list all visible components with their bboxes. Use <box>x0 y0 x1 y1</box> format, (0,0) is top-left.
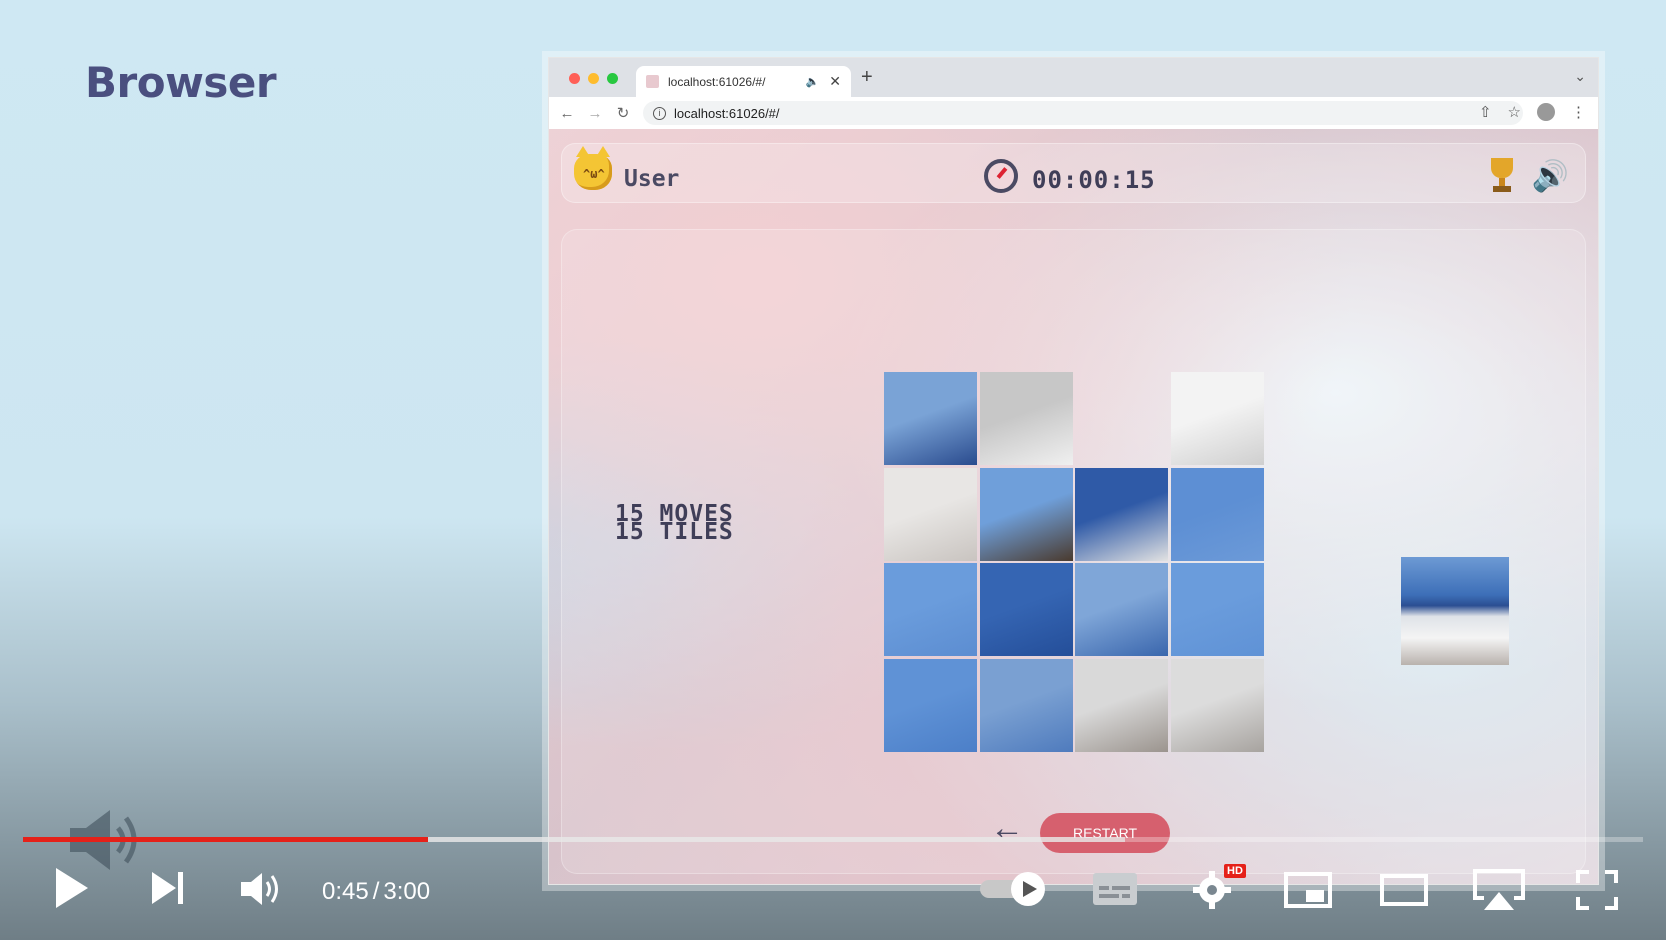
stopwatch-icon <box>984 159 1018 193</box>
puzzle-tile[interactable] <box>1170 372 1264 465</box>
puzzle-tile[interactable] <box>979 563 1073 656</box>
forward-arrow-icon[interactable]: → <box>581 105 609 122</box>
time-separator: / <box>372 878 380 905</box>
video-controls: 0:45/3:00 HD <box>0 860 1666 922</box>
hd-badge: HD <box>1224 864 1246 878</box>
minimize-window-button[interactable] <box>588 73 599 84</box>
game-page: ^ω^ User 00:00:15 🔊 15 MOVES 15 TILES ← … <box>549 129 1598 884</box>
cat-avatar-icon: ^ω^ <box>574 146 612 190</box>
toolbar-actions: ⇧ ☆ ⋮ <box>1479 103 1586 121</box>
duration: 3:00 <box>383 878 431 905</box>
puzzle-tile[interactable] <box>884 372 977 465</box>
browser-window: localhost:61026/#/ 🔈 ✕ + ⌄ ← → ↻ i local… <box>548 57 1599 885</box>
game-stats: 15 MOVES 15 TILES <box>615 503 734 545</box>
tab-search-chevron-icon[interactable]: ⌄ <box>1574 68 1586 85</box>
address-bar[interactable]: i localhost:61026/#/ <box>643 101 1523 125</box>
puzzle-tile[interactable] <box>884 563 977 656</box>
progress-played <box>23 837 428 842</box>
puzzle-tile[interactable] <box>979 658 1073 752</box>
url-text: localhost:61026/#/ <box>674 105 780 121</box>
game-header: ^ω^ User 00:00:15 🔊 <box>561 143 1586 203</box>
puzzle-tile[interactable] <box>1170 563 1264 656</box>
subtitles-icon[interactable] <box>1092 872 1138 906</box>
browser-tab[interactable]: localhost:61026/#/ 🔈 ✕ <box>636 66 851 97</box>
username: User <box>624 166 680 192</box>
video-progress-bar[interactable] <box>23 837 1643 842</box>
current-time: 0:45 <box>322 878 369 905</box>
theater-mode-icon[interactable] <box>1380 874 1428 906</box>
slide-title: Browser <box>85 58 277 107</box>
play-icon[interactable] <box>54 866 90 910</box>
puzzle-tile[interactable] <box>884 467 977 561</box>
trophy-icon[interactable] <box>1487 158 1517 194</box>
share-icon[interactable]: ⇧ <box>1479 103 1492 121</box>
browser-menu-icon[interactable]: ⋮ <box>1571 103 1586 121</box>
puzzle-tile[interactable] <box>1075 467 1168 561</box>
puzzle-empty-slot <box>1075 372 1168 465</box>
close-window-button[interactable] <box>569 73 580 84</box>
puzzle-tile[interactable] <box>979 467 1073 561</box>
maximize-window-button[interactable] <box>607 73 618 84</box>
site-info-icon[interactable]: i <box>653 106 666 120</box>
profile-avatar-icon[interactable] <box>1537 103 1555 121</box>
bookmark-star-icon[interactable]: ☆ <box>1508 103 1521 121</box>
tab-audio-icon[interactable]: 🔈 <box>806 75 820 88</box>
window-controls <box>569 73 618 84</box>
browser-toolbar: ← → ↻ i localhost:61026/#/ ⇧ ☆ ⋮ <box>549 97 1598 129</box>
tab-close-icon[interactable]: ✕ <box>829 73 841 90</box>
tab-bar: localhost:61026/#/ 🔈 ✕ + ⌄ <box>549 58 1598 97</box>
back-arrow-icon[interactable]: ← <box>553 105 581 122</box>
autoplay-toggle-icon[interactable] <box>980 871 1050 907</box>
puzzle-tile[interactable] <box>1170 658 1264 752</box>
tiles-count: 15 TILES <box>615 519 734 545</box>
tab-title: localhost:61026/#/ <box>668 74 766 89</box>
speaker-icon[interactable]: 🔊 <box>1532 159 1569 194</box>
puzzle-tile[interactable] <box>1170 467 1264 561</box>
favicon-icon <box>646 75 659 88</box>
reload-icon[interactable]: ↻ <box>609 104 637 122</box>
airplay-icon[interactable] <box>1472 868 1526 912</box>
time-display: 0:45/3:00 <box>322 878 430 906</box>
puzzle-grid <box>884 372 1266 754</box>
back-arrow-button[interactable]: ← <box>990 809 1024 848</box>
game-timer: 00:00:15 <box>1032 166 1156 194</box>
puzzle-preview-image <box>1401 557 1509 665</box>
puzzle-tile[interactable] <box>1075 658 1168 752</box>
new-tab-button[interactable]: + <box>861 66 873 89</box>
puzzle-tile[interactable] <box>884 658 977 752</box>
next-video-icon[interactable] <box>150 870 186 906</box>
volume-icon[interactable] <box>240 870 284 908</box>
fullscreen-icon[interactable] <box>1576 870 1618 910</box>
restart-button[interactable]: RESTART <box>1040 813 1170 853</box>
miniplayer-icon[interactable] <box>1284 872 1332 908</box>
puzzle-tile[interactable] <box>979 372 1073 465</box>
puzzle-tile[interactable] <box>1075 563 1168 656</box>
